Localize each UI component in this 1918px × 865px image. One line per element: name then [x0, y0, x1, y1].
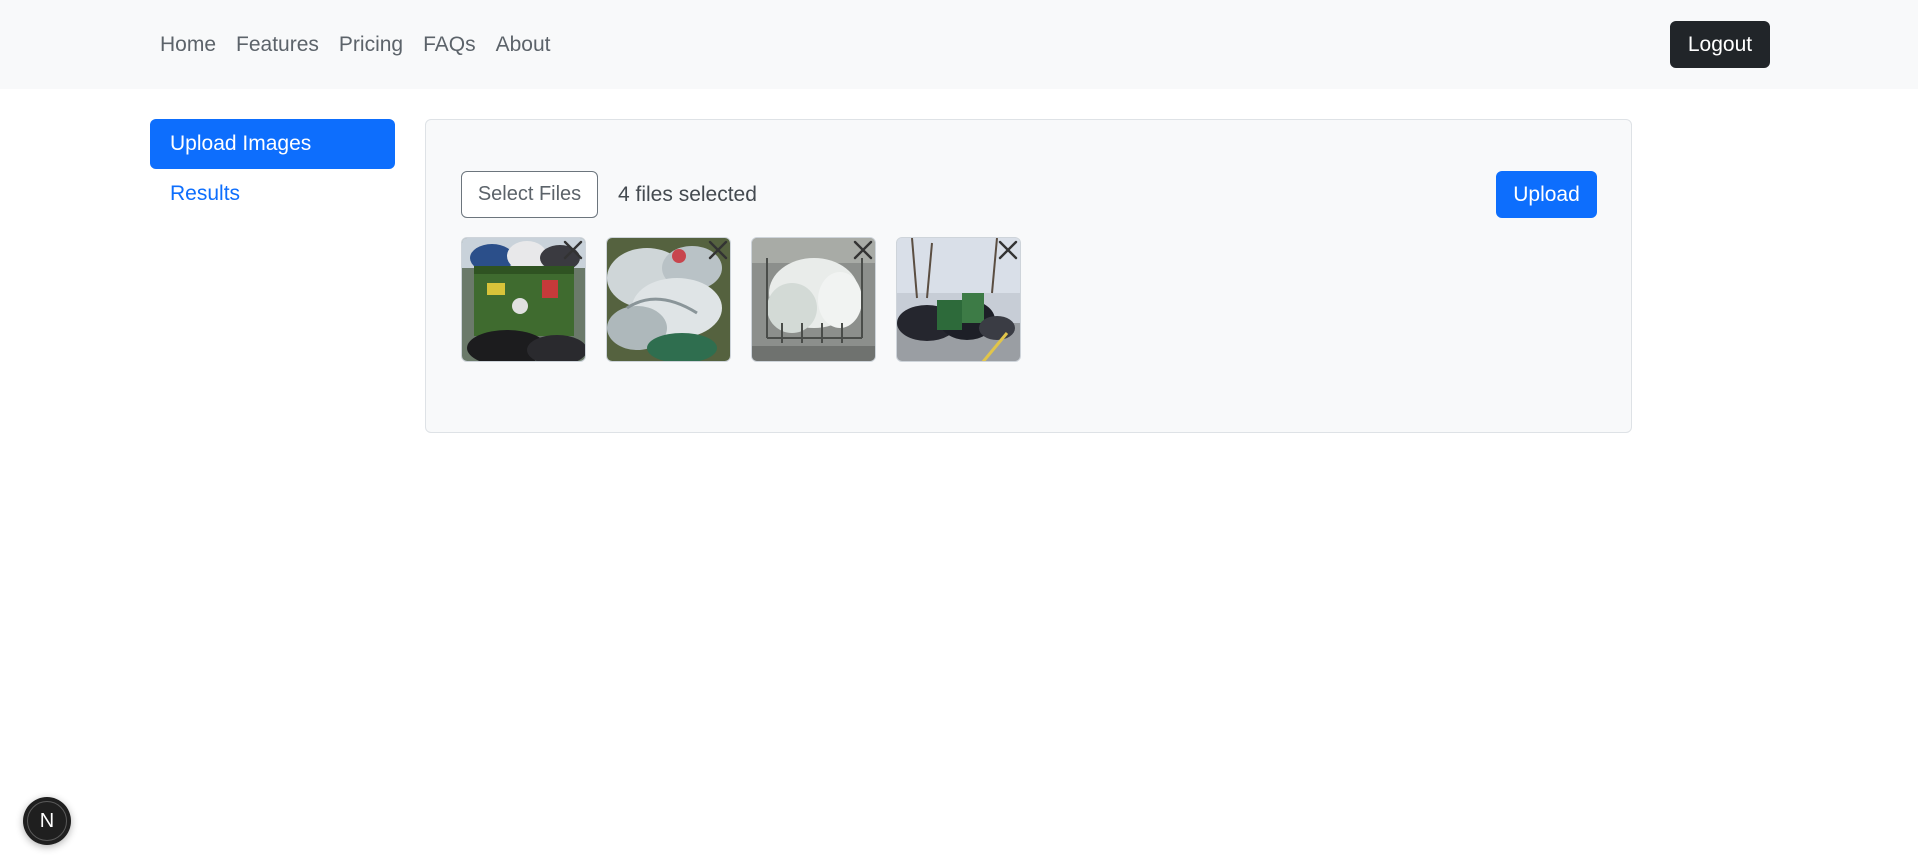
thumbnail-list [461, 237, 1021, 362]
nav-link-pricing[interactable]: Pricing [329, 33, 413, 57]
close-icon[interactable] [561, 238, 585, 262]
files-selected-count: 4 files selected [618, 183, 757, 206]
nav-link-features[interactable]: Features [226, 33, 329, 57]
image-thumbnail [896, 237, 1021, 362]
nav-link-faqs[interactable]: FAQs [413, 33, 486, 57]
image-thumbnail [751, 237, 876, 362]
image-thumbnail [461, 237, 586, 362]
sidebar-item-upload-images[interactable]: Upload Images [150, 119, 395, 169]
nextjs-logo-icon: N [27, 801, 67, 841]
logout-button[interactable]: Logout [1670, 21, 1770, 68]
nav-links: Home Features Pricing FAQs About [150, 0, 561, 89]
sidebar-item-results[interactable]: Results [150, 169, 395, 219]
nextjs-dev-badge[interactable]: N [23, 797, 71, 845]
select-files-button[interactable]: Select Files [461, 171, 598, 218]
badge-letter: N [39, 809, 55, 832]
upload-button[interactable]: Upload [1496, 171, 1597, 218]
sidebar: Upload Images Results [150, 119, 395, 219]
image-thumbnail [606, 237, 731, 362]
sidebar-item-label: Results [170, 182, 241, 205]
close-icon[interactable] [996, 238, 1020, 262]
nav-link-about[interactable]: About [486, 33, 561, 57]
close-icon[interactable] [706, 238, 730, 262]
close-icon[interactable] [851, 238, 875, 262]
sidebar-item-label: Upload Images [170, 132, 312, 155]
top-navbar: Home Features Pricing FAQs About Logout [0, 0, 1918, 89]
upload-panel: Select Files 4 files selected Upload [425, 119, 1632, 433]
nav-link-home[interactable]: Home [150, 33, 226, 57]
